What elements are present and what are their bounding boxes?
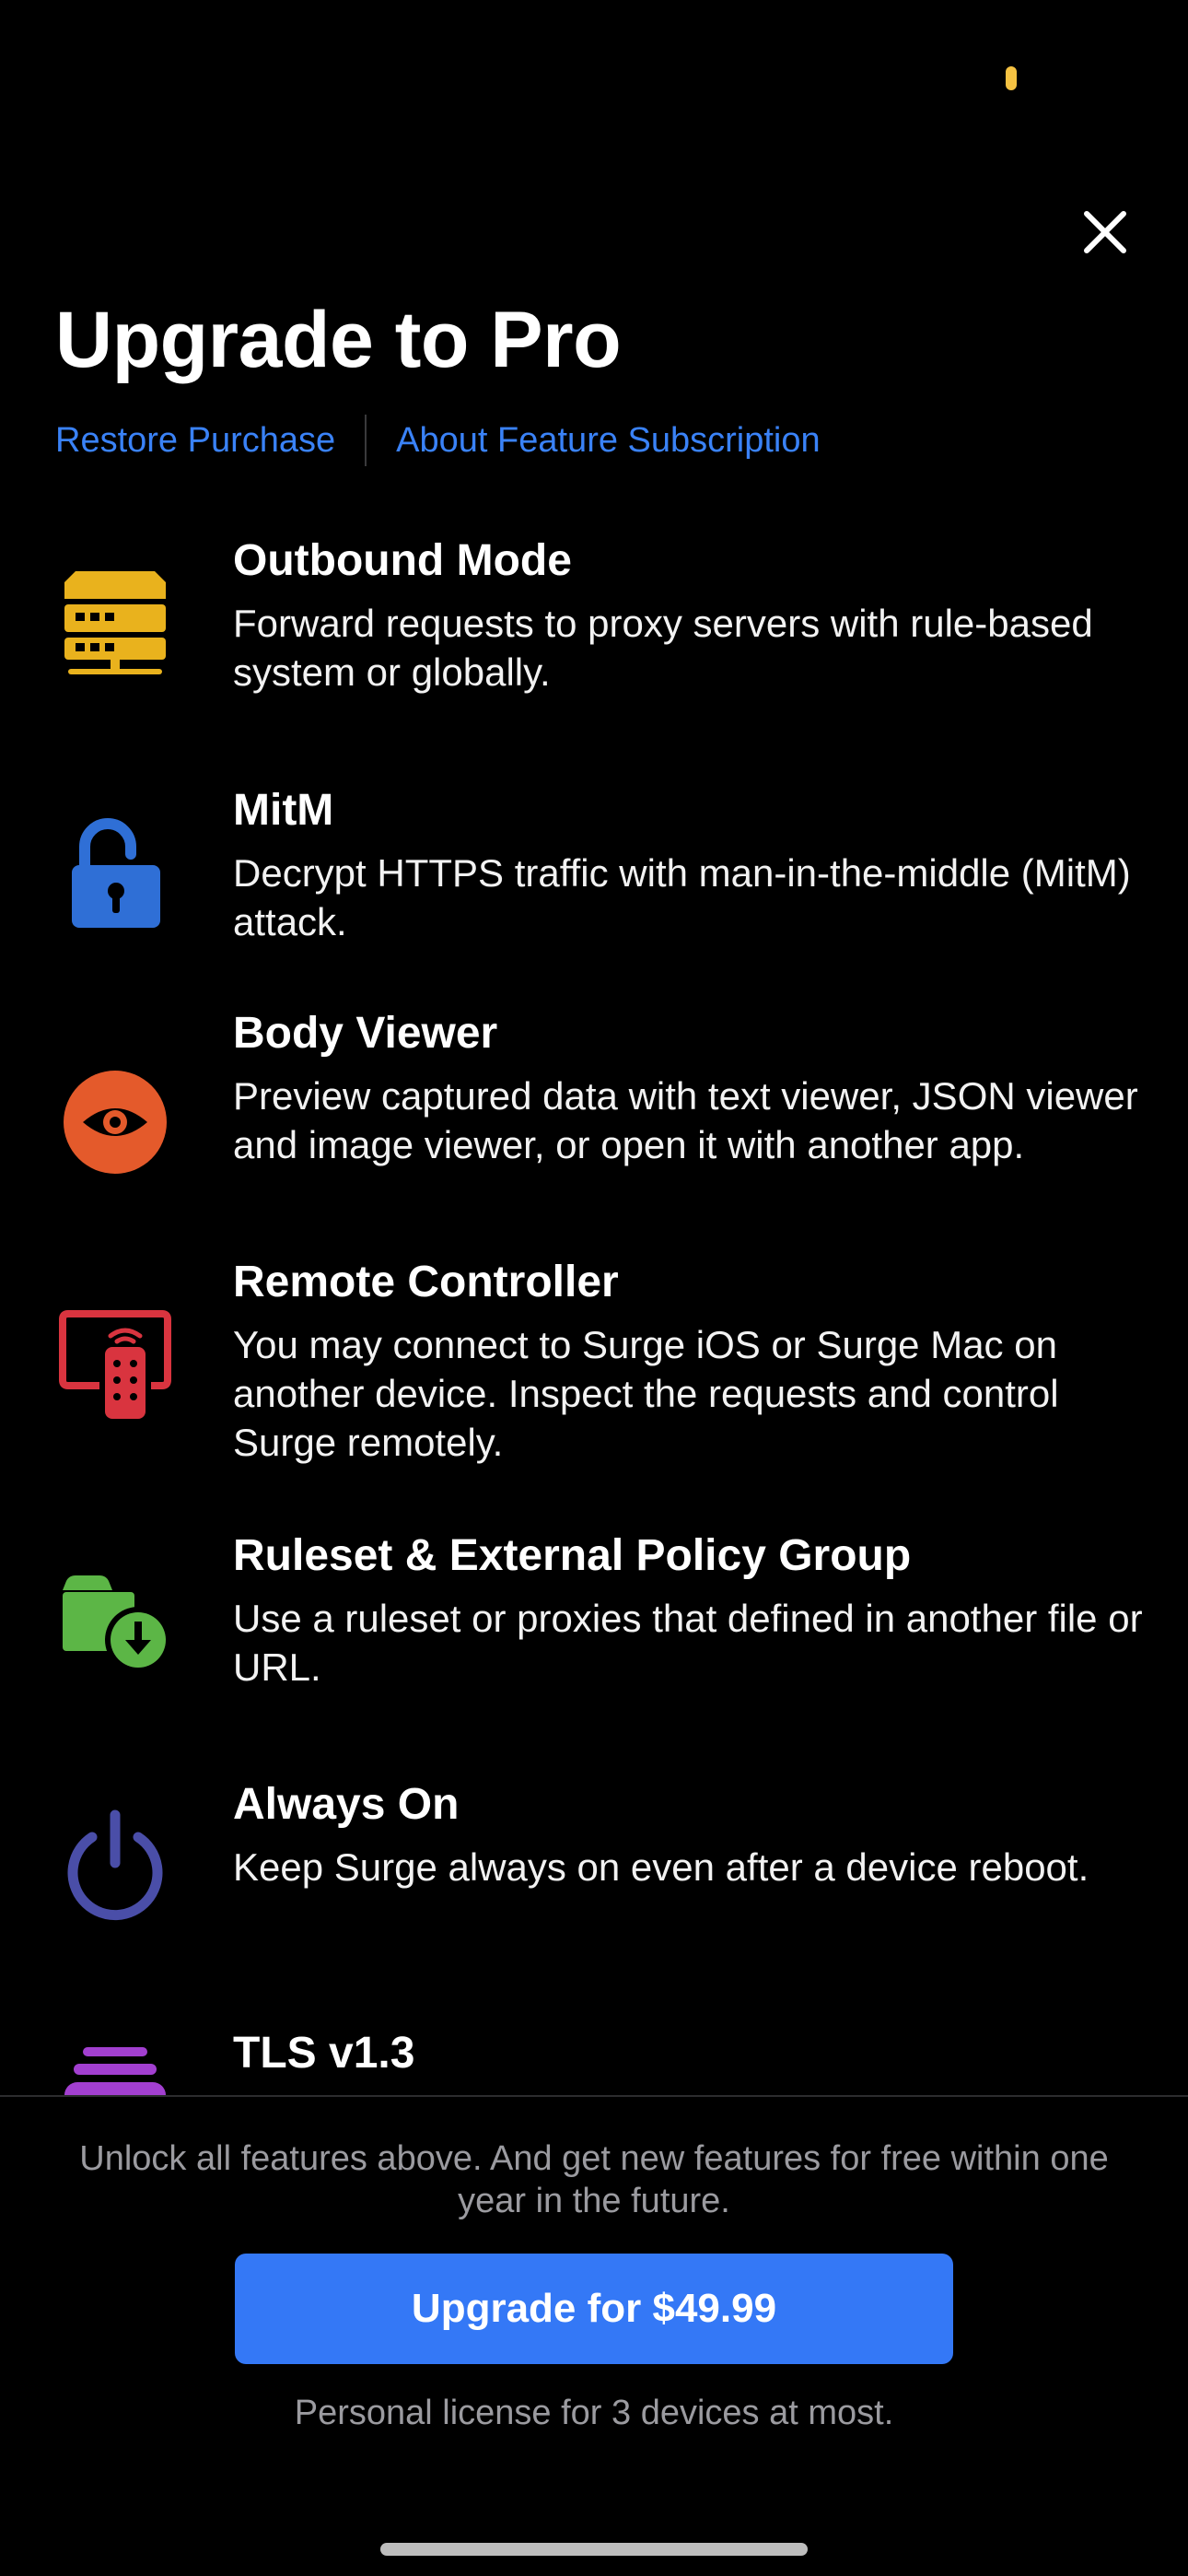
feature-title: Always On [233,1780,460,1829]
feature-title: Body Viewer [233,1009,498,1058]
feature-title: Ruleset & External Policy Group [233,1531,912,1580]
feature-title: Remote Controller [233,1258,619,1306]
remote-icon [59,1310,171,1419]
feature-description: Use a ruleset or proxies that defined in… [233,1597,1143,1689]
power-icon [67,1809,163,1921]
unlock-icon [72,818,160,928]
feature-list[interactable]: Outbound Mode Forward requests to proxy … [0,0,1188,2095]
feature-description: Keep Surge always on even after a device… [233,1845,1089,1889]
footer-divider [0,2095,1188,2097]
unlock-info-text: Unlock all features above. And get new f… [79,2139,1109,2220]
feature-description: Forward requests to proxy servers with r… [233,602,1093,694]
feature-description: Preview captured data with text viewer, … [233,1074,1138,1166]
download-box-icon [63,1575,171,1673]
upgrade-button[interactable]: Upgrade for $49.99 [235,2254,953,2364]
feature-title: MitM [233,786,334,835]
eye-icon [64,1071,167,1174]
feature-description: Decrypt HTTPS traffic with man-in-the-mi… [233,851,1131,943]
license-info-text: Personal license for 3 devices at most. [294,2394,894,2432]
home-indicator[interactable] [380,2543,808,2556]
feature-title: TLS v1.3 [233,2029,415,2078]
feature-title: Outbound Mode [233,536,572,585]
feature-description: You may connect to Surge iOS or Surge Ma… [233,1323,1059,1464]
server-icon [64,571,166,674]
layers-icon [64,2047,166,2095]
